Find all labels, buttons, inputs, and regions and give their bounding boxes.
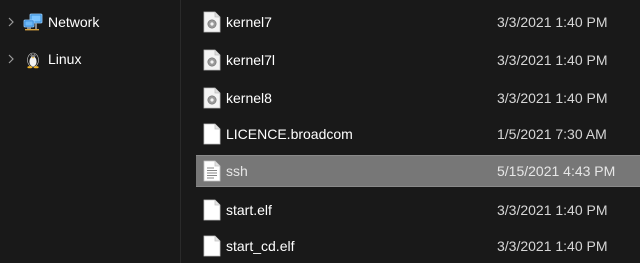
file-row-start-cd-elf[interactable]: start_cd.elf 3/3/2021 1:40 PM [181,230,640,262]
file-name: kernel8 [226,90,272,106]
text-file-icon [203,160,221,182]
file-date-modified: 3/3/2021 1:40 PM [497,238,608,254]
file-name: start.elf [226,202,272,218]
system-file-icon [203,11,221,33]
navigation-pane: Network Linux [0,0,180,263]
chevron-right-icon[interactable] [6,53,16,65]
file-date-modified: 1/5/2021 7:30 AM [497,126,607,142]
file-date-modified: 5/15/2021 4:43 PM [497,163,616,179]
file-row-licence-broadcom[interactable]: LICENCE.broadcom 1/5/2021 7:30 AM [181,118,640,150]
file-explorer-window: Network Linux kernel7 3/3/2021 1:40 PM k… [0,0,640,263]
file-name: kernel7l [226,52,276,68]
file-date-modified: 3/3/2021 1:40 PM [497,14,608,30]
file-row-start-elf[interactable]: start.elf 3/3/2021 1:40 PM [181,194,640,226]
file-name: ssh [226,163,248,179]
file-date-modified: 3/3/2021 1:40 PM [497,202,608,218]
nav-item-network[interactable]: Network [0,7,180,37]
file-icon [203,199,221,221]
nav-item-label: Linux [48,51,82,67]
file-row-kernel8[interactable]: kernel8 3/3/2021 1:40 PM [181,82,640,114]
file-row-kernel7l[interactable]: kernel7l 3/3/2021 1:40 PM [181,44,640,76]
file-name: start_cd.elf [226,238,295,254]
linux-penguin-icon [27,52,39,69]
file-name: kernel7 [226,14,272,30]
network-icon [23,13,43,31]
nav-item-label: Network [48,14,100,30]
file-list: kernel7 3/3/2021 1:40 PM kernel7l 3/3/20… [181,0,640,263]
file-name: LICENCE.broadcom [226,126,353,142]
file-date-modified: 3/3/2021 1:40 PM [497,52,608,68]
file-icon [203,235,221,257]
system-file-icon [203,87,221,109]
file-row-ssh[interactable]: ssh 5/15/2021 4:43 PM [181,155,640,187]
file-date-modified: 3/3/2021 1:40 PM [497,90,608,106]
nav-item-linux[interactable]: Linux [0,44,180,74]
file-row-kernel7[interactable]: kernel7 3/3/2021 1:40 PM [181,6,640,38]
chevron-right-icon[interactable] [6,16,16,28]
system-file-icon [203,49,221,71]
file-icon [203,123,221,145]
